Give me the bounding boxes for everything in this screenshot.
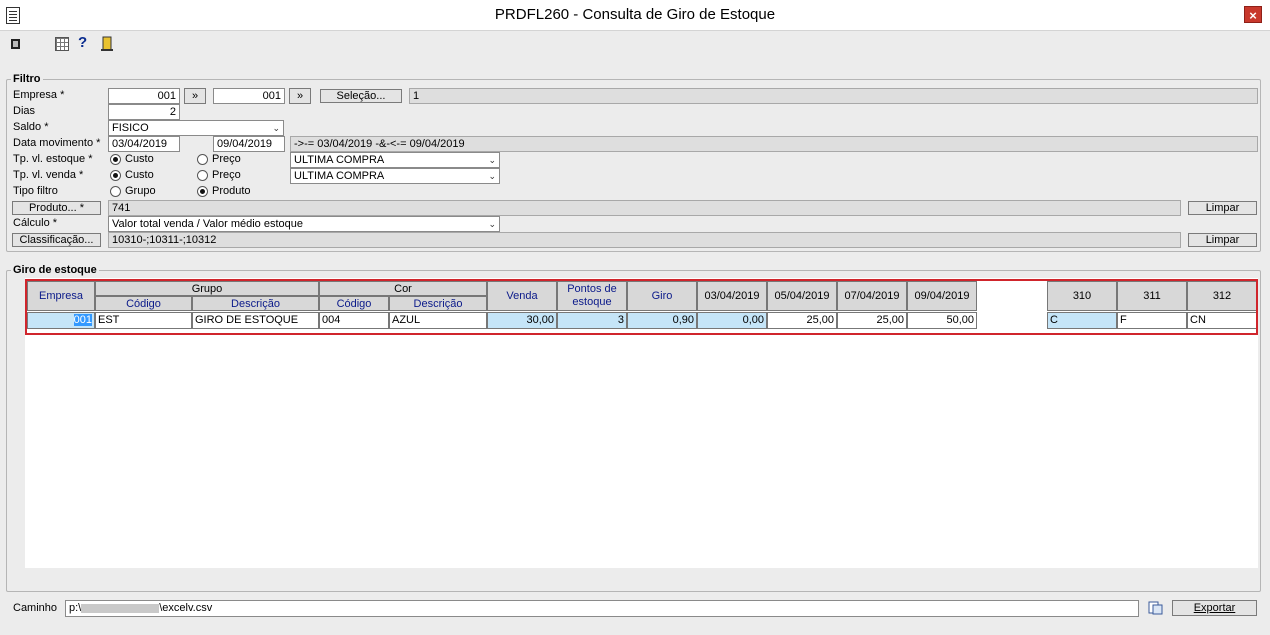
tp-venda-select[interactable]: ULTIMA COMPRA ⌄ — [290, 168, 500, 184]
help-icon[interactable]: ? — [78, 34, 90, 51]
exportar-button[interactable]: Exportar — [1172, 600, 1257, 616]
chevron-down-icon: ⌄ — [488, 155, 496, 165]
data-movimento-label: Data movimento * — [13, 137, 101, 149]
tipo-filtro-label: Tipo filtro — [13, 185, 58, 197]
caminho-suffix: \excelv.csv — [159, 602, 213, 614]
title-bar: PRDFL260 - Consulta de Giro de Estoque × — [0, 0, 1270, 31]
tp-venda-custo-radio[interactable] — [110, 170, 121, 181]
browse-folder-icon[interactable] — [1147, 600, 1165, 616]
caminho-label: Caminho — [13, 602, 58, 614]
saldo-select-value: FISICO — [112, 122, 149, 134]
close-button[interactable]: × — [1244, 6, 1262, 23]
calculo-select-value: Valor total venda / Valor médio estoque — [112, 218, 303, 230]
caminho-prefix: p:\ — [69, 602, 82, 614]
spreadsheet-icon[interactable] — [55, 37, 69, 51]
tipo-grupo-label: Grupo — [125, 185, 156, 197]
saldo-label: Saldo * — [13, 121, 49, 133]
empresa-to-input[interactable]: 001 — [213, 88, 285, 104]
produto-value: 741 — [108, 200, 1181, 216]
empresa-range-button[interactable]: » — [184, 88, 206, 104]
tp-venda-custo-label: Custo — [125, 169, 154, 181]
tp-estoque-custo-label: Custo — [125, 153, 154, 165]
highlight-box — [25, 279, 1258, 335]
toolbar: ? — [0, 32, 1270, 56]
door-exit-icon[interactable] — [100, 36, 114, 52]
data-summary: ->-= 03/04/2019 -&-<-= 09/04/2019 — [290, 136, 1258, 152]
data-from-input[interactable]: 03/04/2019 — [108, 136, 180, 152]
calculo-select[interactable]: Valor total venda / Valor médio estoque … — [108, 216, 500, 232]
saldo-select[interactable]: FISICO ⌄ — [108, 120, 284, 136]
data-to-input[interactable]: 09/04/2019 — [213, 136, 285, 152]
classificacao-value: 10310-;10311-;10312 — [108, 232, 1181, 248]
chevron-down-icon: ⌄ — [272, 123, 280, 133]
tp-estoque-label: Tp. vl. estoque * — [13, 153, 93, 165]
chevron-down-icon: ⌄ — [488, 219, 496, 229]
tp-estoque-select-value: ULTIMA COMPRA — [294, 154, 385, 166]
exit-icon[interactable] — [10, 36, 22, 52]
redacted-path — [81, 603, 160, 613]
empresa-label: Empresa * — [13, 89, 65, 101]
selecao-button[interactable]: Seleção... — [320, 89, 402, 103]
giro-legend: Giro de estoque — [11, 264, 99, 276]
filter-legend: Filtro — [11, 73, 43, 85]
dias-label: Dias — [13, 105, 36, 117]
chevron-down-icon: ⌄ — [488, 171, 496, 181]
tp-venda-label: Tp. vl. venda * — [13, 169, 84, 181]
classificacao-button[interactable]: Classificação... — [12, 233, 101, 247]
tp-venda-preco-label: Preço — [212, 169, 241, 181]
produto-limpar-button[interactable]: Limpar — [1188, 201, 1257, 215]
empresa-range-button-2[interactable]: » — [289, 88, 311, 104]
classificacao-limpar-button[interactable]: Limpar — [1188, 233, 1257, 247]
caminho-input[interactable]: p:\ \excelv.csv — [65, 600, 1139, 617]
tp-venda-preco-radio[interactable] — [197, 170, 208, 181]
empresa-from-input[interactable]: 001 — [108, 88, 180, 104]
tp-estoque-preco-radio[interactable] — [197, 154, 208, 165]
tp-estoque-select[interactable]: ULTIMA COMPRA ⌄ — [290, 152, 500, 168]
tp-estoque-preco-label: Preço — [212, 153, 241, 165]
tipo-produto-radio[interactable] — [197, 186, 208, 197]
tp-venda-select-value: ULTIMA COMPRA — [294, 170, 385, 182]
tipo-grupo-radio[interactable] — [110, 186, 121, 197]
produto-button[interactable]: Produto... * — [12, 201, 101, 215]
tp-estoque-custo-radio[interactable] — [110, 154, 121, 165]
exportar-label: Exportar — [1193, 602, 1236, 614]
window-title: PRDFL260 - Consulta de Giro de Estoque — [494, 6, 776, 23]
calculo-label: Cálculo * — [13, 217, 58, 229]
dias-input[interactable]: 2 — [108, 104, 180, 120]
tipo-produto-label: Produto — [212, 185, 251, 197]
selecao-value: 1 — [409, 88, 1258, 104]
